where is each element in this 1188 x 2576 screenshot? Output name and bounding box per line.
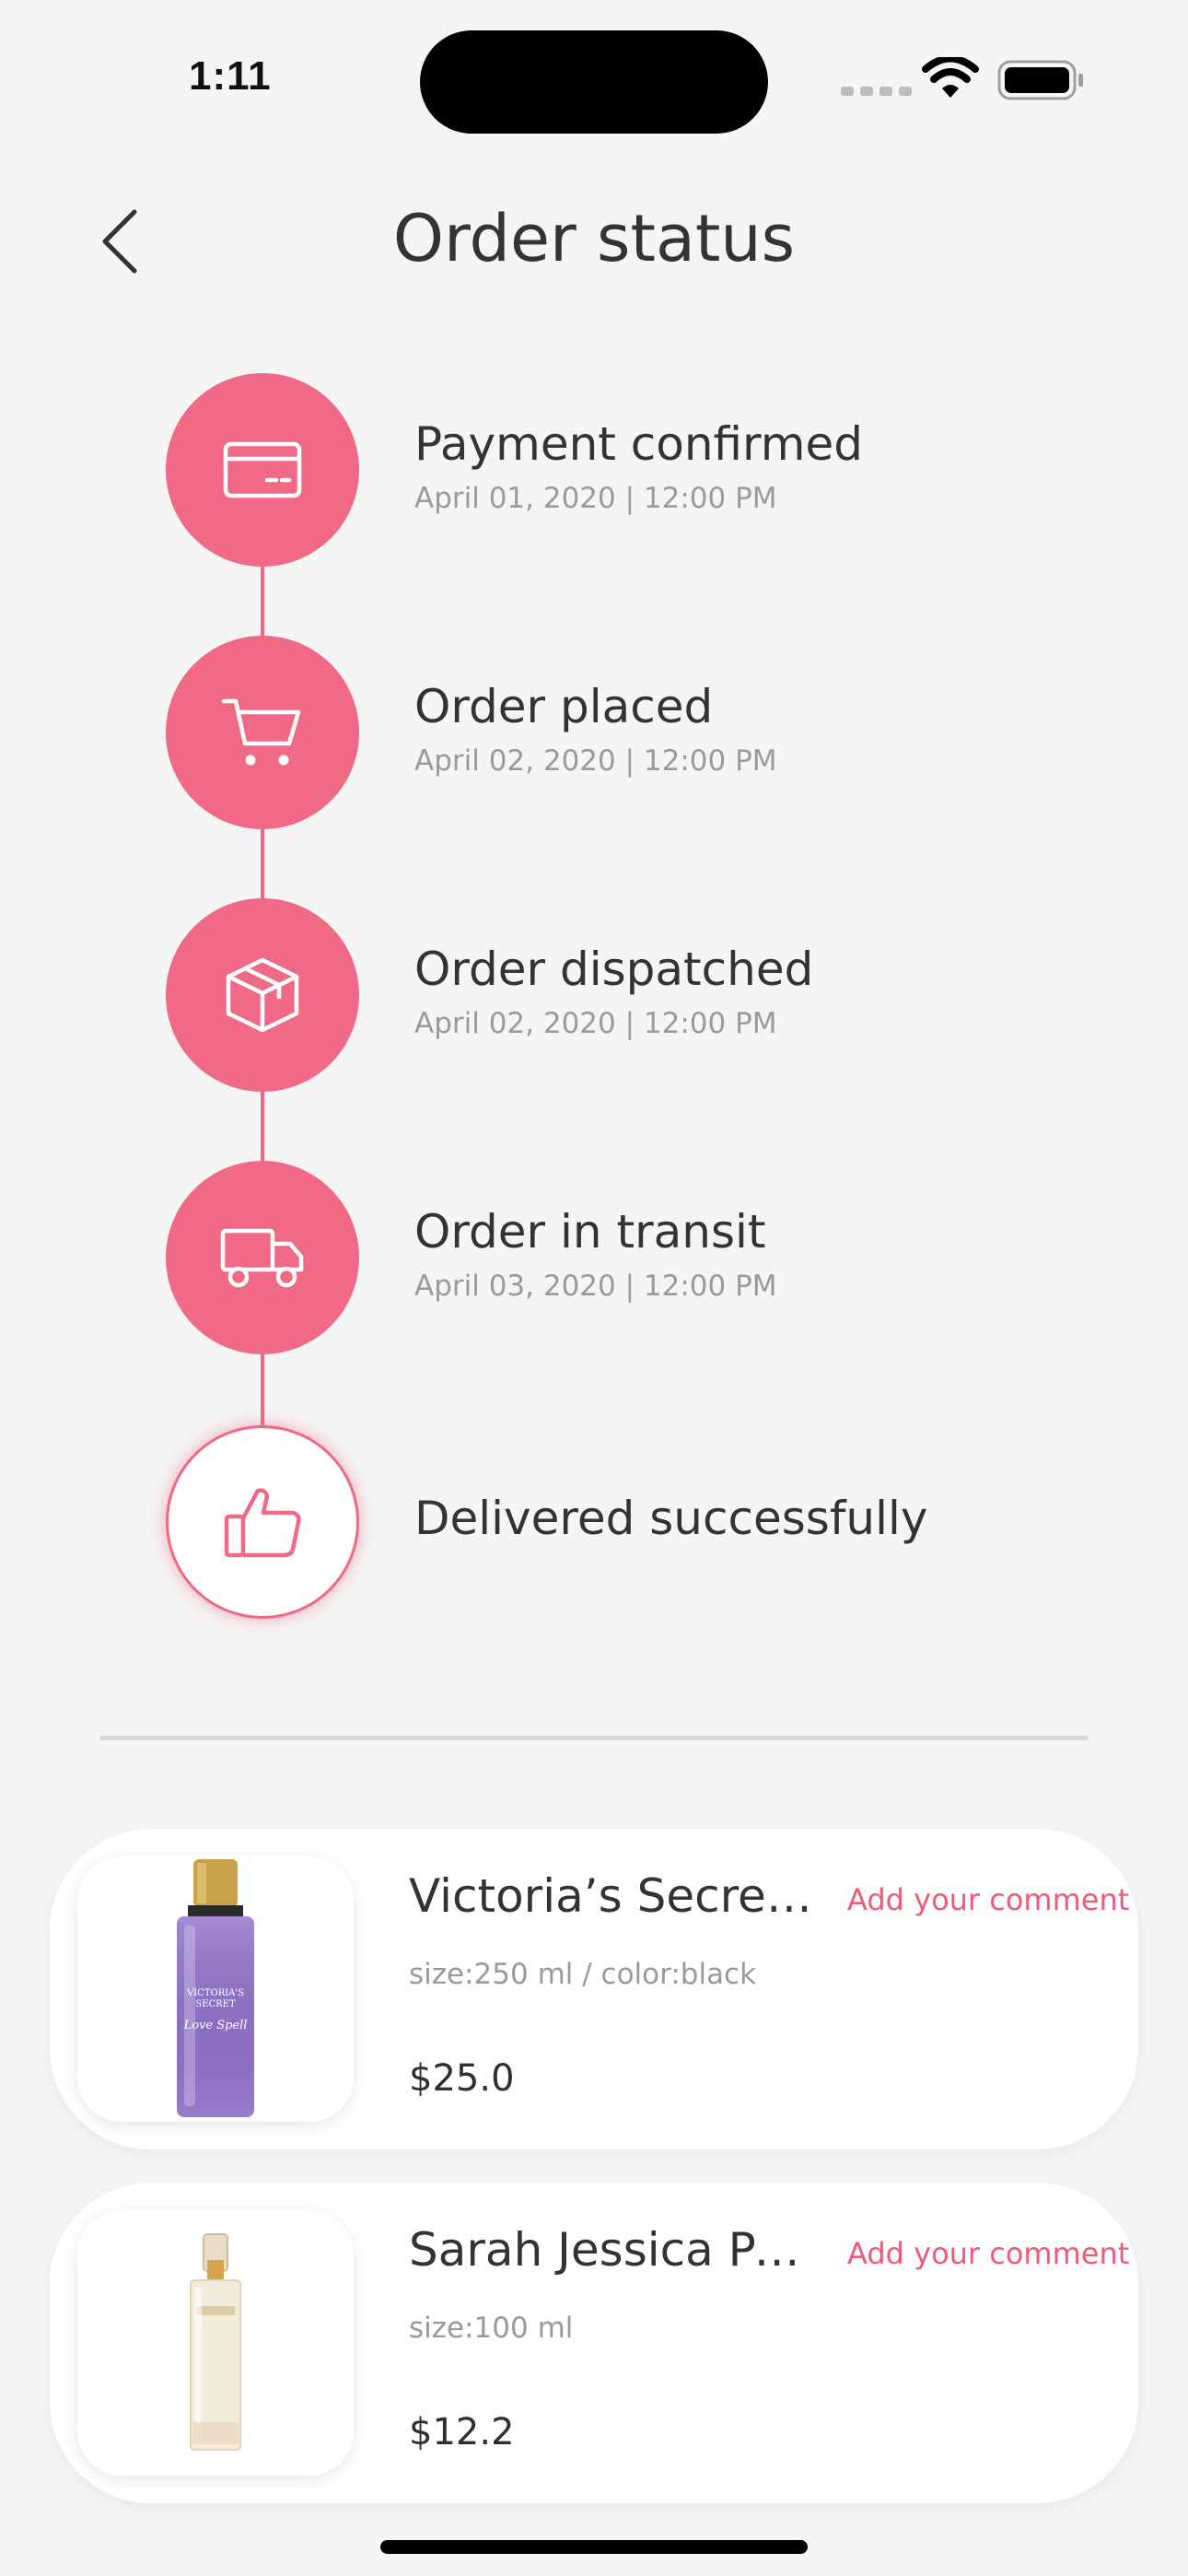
product-image: [77, 2210, 354, 2476]
step-title: Order in transit: [414, 1205, 766, 1259]
step-title: Delivered successfully: [414, 1492, 928, 1545]
product-card[interactable]: VICTORIA'S SECRET Love Spell Victoria’s …: [50, 1829, 1138, 2149]
svg-text:VICTORIA'S: VICTORIA'S: [186, 1988, 244, 1998]
battery-icon: [997, 60, 1083, 100]
home-indicator[interactable]: [380, 2540, 808, 2554]
dynamic-island: [420, 30, 768, 134]
step-title: Payment confirmed: [414, 417, 863, 471]
page-title: Order status: [392, 201, 796, 276]
add-comment-link[interactable]: Add your comment: [847, 2236, 1129, 2271]
thumbs-up-icon: [224, 1488, 301, 1558]
clear-perfume-bottle-image: [190, 2233, 241, 2451]
timeline-connector: [261, 1350, 264, 1425]
cart-icon: [221, 698, 301, 766]
timeline-step-order-placed: Order placed April 02, 2020 | 12:00 PM: [166, 636, 995, 829]
truck-icon: [220, 1228, 304, 1288]
product-name: Sarah Jessica Parker Lovely Eau de Parfu…: [409, 2223, 828, 2277]
step-circle: [166, 898, 359, 1092]
step-date: April 02, 2020 | 12:00 PM: [414, 1007, 777, 1040]
timeline-step-delivered: Delivered successfully: [166, 1425, 995, 1619]
purple-perfume-bottle-image: VICTORIA'S SECRET Love Spell: [177, 1859, 254, 2117]
product-price: $12.2: [409, 2411, 515, 2453]
product-meta: size:250 ml / color:black: [409, 1958, 757, 1991]
step-circle: [166, 1161, 359, 1354]
wifi-icon: [922, 57, 979, 98]
product-image: VICTORIA'S SECRET Love Spell: [77, 1856, 354, 2122]
product-card[interactable]: Sarah Jessica Parker Lovely Eau de Parfu…: [50, 2183, 1138, 2503]
timeline-step-order-in-transit: Order in transit April 03, 2020 | 12:00 …: [166, 1161, 995, 1354]
step-date: April 03, 2020 | 12:00 PM: [414, 1270, 777, 1303]
step-circle: [166, 373, 359, 567]
step-date: April 02, 2020 | 12:00 PM: [414, 744, 777, 778]
status-time: 1:11: [189, 53, 272, 99]
step-circle: [166, 636, 359, 829]
timeline-connector: [261, 562, 264, 636]
product-price: $25.0: [409, 2057, 515, 2100]
credit-card-icon: [223, 441, 302, 498]
step-date: April 01, 2020 | 12:00 PM: [414, 482, 777, 515]
timeline-connector: [261, 825, 264, 898]
timeline-step-order-dispatched: Order dispatched April 02, 2020 | 12:00 …: [166, 898, 995, 1092]
section-divider: [99, 1736, 1089, 1740]
timeline-step-payment-confirmed: Payment confirmed April 01, 2020 | 12:00…: [166, 373, 995, 567]
timeline-connector: [261, 1087, 264, 1161]
box-icon: [226, 957, 299, 1033]
add-comment-link[interactable]: Add your comment: [847, 1882, 1129, 1917]
product-name: Victoria’s Secret Love Spell Fragrance M…: [409, 1869, 828, 1923]
svg-text:SECRET: SECRET: [195, 1999, 236, 2009]
cellular-signal-icon: [841, 87, 912, 96]
step-title: Order placed: [414, 680, 714, 733]
svg-text:Love Spell: Love Spell: [183, 2019, 248, 2032]
step-title: Order dispatched: [414, 943, 814, 996]
product-meta: size:100 ml: [409, 2312, 574, 2345]
step-circle: [166, 1425, 359, 1619]
